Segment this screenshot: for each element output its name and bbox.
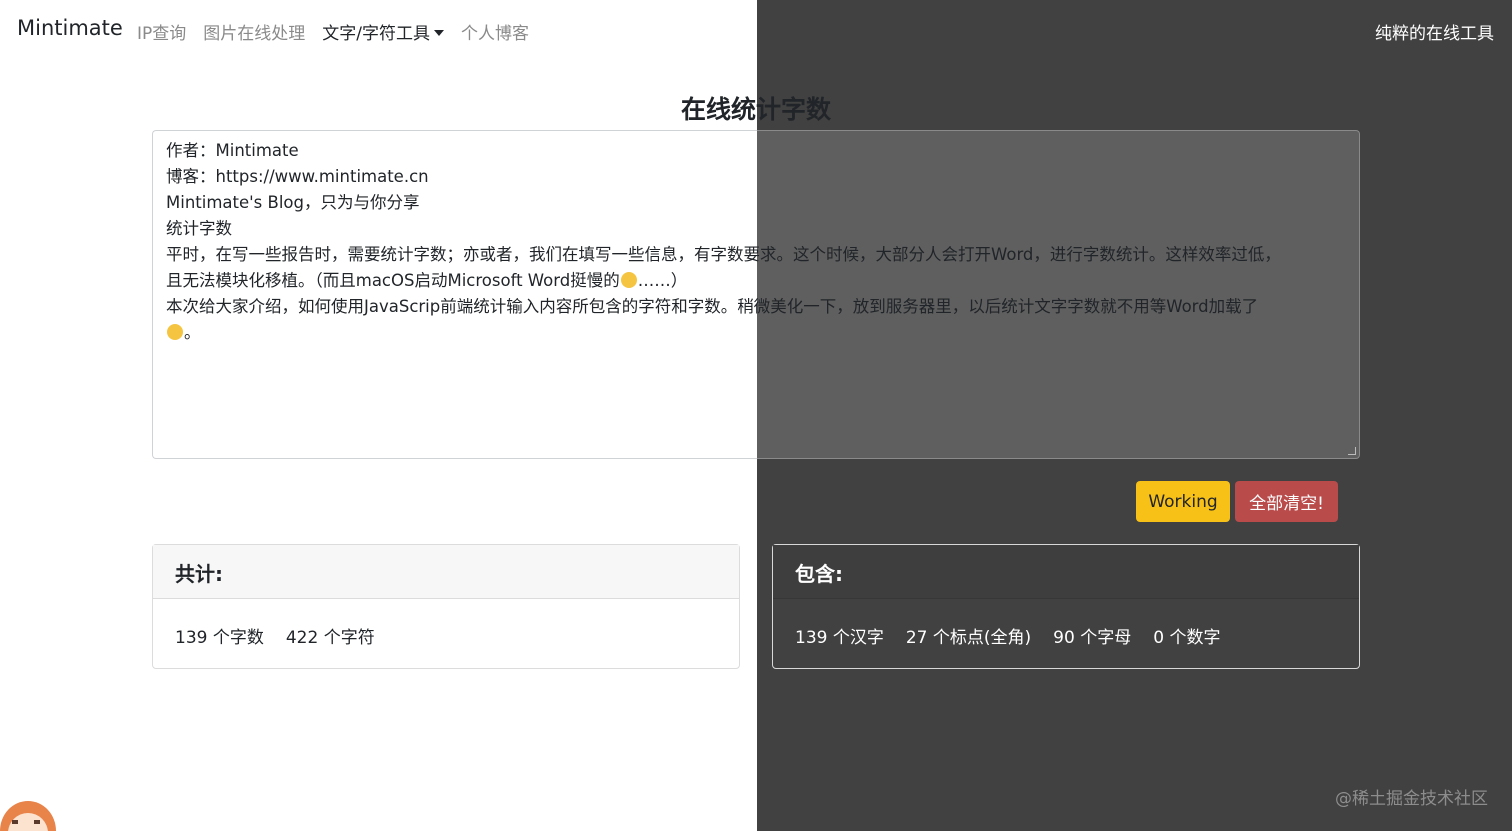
total-card-header: 共计: [153, 545, 739, 599]
nav-tagline: 纯粹的在线工具 [1375, 24, 1494, 44]
text-line: 本次给大家介绍，如何使用JavaScrip前端统计输入内容所包含的字符和字数。稍… [166, 297, 1259, 316]
digit-count: 0 个数字 [1153, 628, 1221, 648]
total-card: 共计: 139 个字数 422 个字符 [152, 544, 740, 669]
working-button[interactable]: Working [1136, 481, 1230, 522]
nav-item-image-tools[interactable]: 图片在线处理 [203, 19, 305, 44]
text-line: 平时，在写一些报告时，需要统计字数；亦或者，我们在填写一些信息，有字数要求。这个… [166, 245, 1281, 264]
text-segment: ……） [637, 271, 688, 290]
navbar: Mintimate IP查询 图片在线处理 文字/字符工具 个人博客 纯粹的在线… [0, 0, 1512, 62]
clear-all-button[interactable]: 全部清空! [1235, 481, 1338, 522]
text-segment: 且无法模块化移植。（而且macOS启动Microsoft Word挺慢的 [166, 271, 620, 290]
mascot-avatar-icon[interactable] [0, 800, 56, 831]
text-input-content: 作者：Mintimate 博客：https://www.mintimate.cn… [166, 138, 1346, 346]
sweat-emoji-icon [620, 272, 637, 288]
nav-item-text-tools-dropdown[interactable]: 文字/字符工具 [322, 19, 444, 44]
text-line: 且无法模块化移植。（而且macOS启动Microsoft Word挺慢的 ……） [166, 268, 1346, 294]
nav-item-ip-lookup[interactable]: IP查询 [137, 19, 186, 44]
text-line: 博客：https://www.mintimate.cn [166, 167, 429, 186]
page-title: 在线统计字数 [680, 95, 831, 124]
text-line: 统计字数 [166, 219, 232, 238]
word-count: 139 个字数 [175, 628, 264, 648]
nav-item-text-tools-label: 文字/字符工具 [322, 24, 430, 44]
contains-card-body: 139 个汉字 27 个标点(全角) 90 个字母 0 个数字 [773, 599, 1359, 672]
nav-menu: IP查询 图片在线处理 文字/字符工具 个人博客 [137, 19, 546, 44]
total-card-body: 139 个字数 422 个字符 [153, 599, 739, 672]
contains-card-header: 包含: [773, 545, 1359, 599]
text-line: 。 [166, 320, 1346, 346]
nav-item-blog[interactable]: 个人博客 [461, 19, 529, 44]
char-count: 422 个字符 [285, 628, 375, 648]
text-segment: 。 [184, 323, 201, 342]
hanzi-count: 139 个汉字 [795, 628, 884, 648]
text-line: 作者：Mintimate [166, 141, 299, 160]
letter-count: 90 个字母 [1053, 628, 1132, 648]
resize-handle[interactable] [1348, 447, 1356, 455]
watermark: @稀土掘金技术社区 [1335, 789, 1488, 809]
text-line: Mintimate's Blog，只为与你分享 [166, 193, 420, 212]
punctuation-count: 27 个标点(全角) [905, 628, 1032, 648]
thinking-emoji-icon [167, 324, 183, 340]
contains-card: 包含: 139 个汉字 27 个标点(全角) 90 个字母 0 个数字 [772, 544, 1360, 669]
brand-logo[interactable]: Mintimate [17, 16, 123, 40]
caret-down-icon [434, 30, 444, 36]
